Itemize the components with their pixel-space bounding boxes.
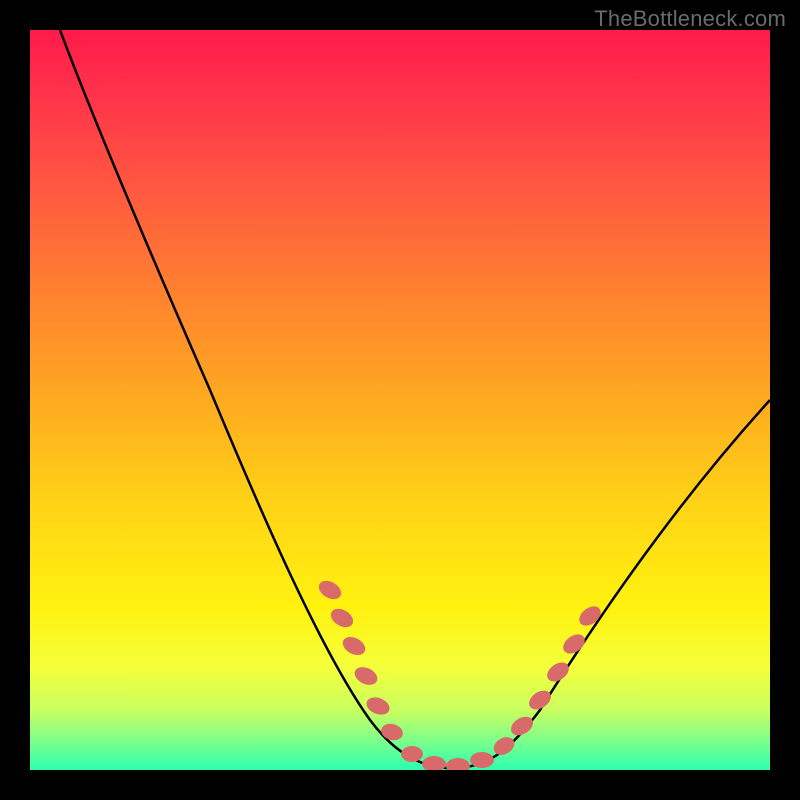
- bottleneck-curve: [60, 30, 770, 768]
- plot-area: [30, 30, 770, 770]
- curve-layer: [30, 30, 770, 770]
- chart-frame: TheBottleneck.com: [0, 0, 800, 800]
- watermark-label: TheBottleneck.com: [594, 6, 786, 32]
- highlighted-points: [316, 577, 605, 770]
